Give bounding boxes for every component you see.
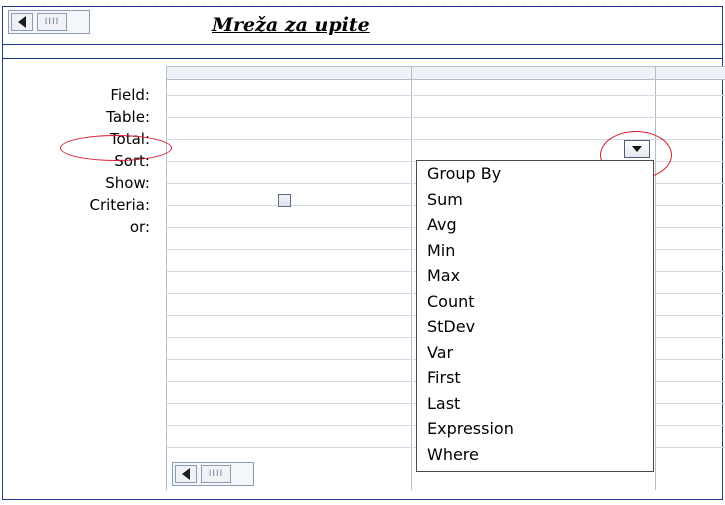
divider (2, 58, 723, 59)
dropdown-option-sum[interactable]: Sum (417, 187, 653, 213)
dropdown-option-expression[interactable]: Expression (417, 416, 653, 442)
grid-row-line (167, 95, 725, 96)
dropdown-option-var[interactable]: Var (417, 340, 653, 366)
annotation-ellipse-total (60, 135, 172, 161)
dropdown-option-avg[interactable]: Avg (417, 212, 653, 238)
column-divider (411, 67, 412, 490)
divider (2, 44, 723, 45)
show-checkbox[interactable] (278, 194, 291, 207)
label-criteria: Criteria: (89, 196, 151, 214)
dropdown-option-group-by[interactable]: Group By (417, 161, 653, 187)
dropdown-option-where[interactable]: Where (417, 442, 653, 468)
scroll-left-button[interactable] (11, 13, 33, 31)
dropdown-option-max[interactable]: Max (417, 263, 653, 289)
bottom-horizontal-scrollbar[interactable]: IIII (172, 462, 254, 486)
total-dropdown-list[interactable]: Group By Sum Avg Min Max Count StDev Var… (416, 160, 654, 472)
grid-row-line (167, 117, 725, 118)
arrow-left-icon (182, 468, 190, 480)
arrow-left-icon (18, 16, 26, 28)
scroll-thumb[interactable]: IIII (201, 465, 231, 483)
top-horizontal-scrollbar[interactable]: IIII (8, 10, 90, 34)
label-or: or: (129, 218, 150, 236)
dropdown-option-min[interactable]: Min (417, 238, 653, 264)
scroll-left-button[interactable] (175, 465, 197, 483)
dropdown-option-first[interactable]: First (417, 365, 653, 391)
dropdown-option-last[interactable]: Last (417, 391, 653, 417)
column-selector-bar[interactable] (167, 67, 725, 80)
page-title: Mreža za upite (212, 14, 370, 36)
dropdown-option-count[interactable]: Count (417, 289, 653, 315)
label-show: Show: (105, 174, 150, 192)
row-labels: Field: Table: Total: Sort: Show: Criteri… (10, 84, 151, 238)
scroll-thumb[interactable]: IIII (37, 13, 67, 31)
column-divider (655, 67, 656, 490)
label-table: Table: (106, 108, 150, 126)
dropdown-option-stdev[interactable]: StDev (417, 314, 653, 340)
label-field: Field: (110, 86, 150, 104)
